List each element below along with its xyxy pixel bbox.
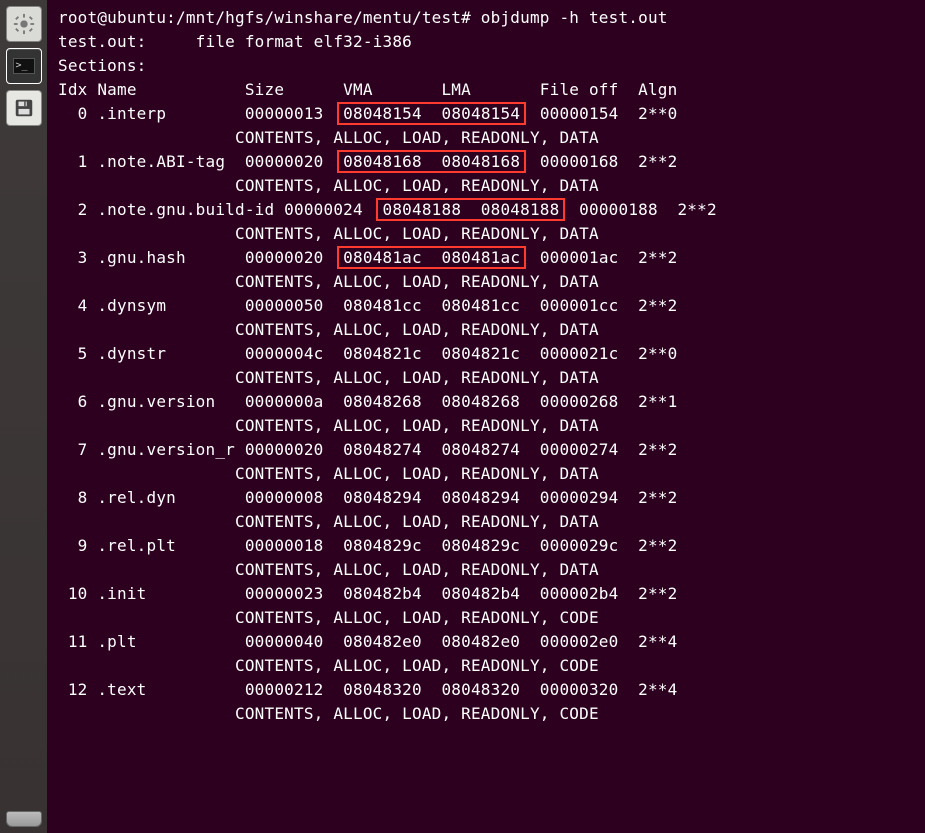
highlighted-vma-lma: 080481ac 080481ac [337,246,526,269]
section-row-1: 1 .note.ABI-tag 00000020 08048168 080481… [58,150,919,174]
section-row-5: 5 .dynstr 0000004c 0804821c 0804821c 000… [58,342,919,366]
section-row-7: 7 .gnu.version_r 00000020 08048274 08048… [58,438,919,462]
section-attrs-9: CONTENTS, ALLOC, LOAD, READONLY, DATA [58,558,919,582]
section-row-12: 12 .text 00000212 08048320 08048320 0000… [58,678,919,702]
drive-icon[interactable] [6,811,42,827]
section-row-0: 0 .interp 00000013 08048154 08048154 000… [58,102,919,126]
section-attrs-7: CONTENTS, ALLOC, LOAD, READONLY, DATA [58,462,919,486]
section-row-3: 3 .gnu.hash 00000020 080481ac 080481ac 0… [58,246,919,270]
gear-icon [13,13,35,35]
highlighted-vma-lma: 08048188 08048188 [376,198,565,221]
section-attrs-12: CONTENTS, ALLOC, LOAD, READONLY, CODE [58,702,919,726]
file-format-line: test.out: file format elf32-i386 [58,30,919,54]
section-row-10: 10 .init 00000023 080482b4 080482b4 0000… [58,582,919,606]
section-row-8: 8 .rel.dyn 00000008 08048294 08048294 00… [58,486,919,510]
section-attrs-10: CONTENTS, ALLOC, LOAD, READONLY, CODE [58,606,919,630]
section-row-2: 2 .note.gnu.build-id 00000024 08048188 0… [58,198,919,222]
floppy-disk-icon [13,97,35,119]
terminal-launcher-icon[interactable] [6,48,42,84]
save-launcher-icon[interactable] [6,90,42,126]
section-attrs-6: CONTENTS, ALLOC, LOAD, READONLY, DATA [58,414,919,438]
section-attrs-1: CONTENTS, ALLOC, LOAD, READONLY, DATA [58,174,919,198]
terminal-icon [13,58,35,74]
section-attrs-3: CONTENTS, ALLOC, LOAD, READONLY, DATA [58,270,919,294]
section-attrs-4: CONTENTS, ALLOC, LOAD, READONLY, DATA [58,318,919,342]
settings-launcher-icon[interactable] [6,6,42,42]
section-attrs-0: CONTENTS, ALLOC, LOAD, READONLY, DATA [58,126,919,150]
section-attrs-8: CONTENTS, ALLOC, LOAD, READONLY, DATA [58,510,919,534]
highlighted-vma-lma: 08048168 08048168 [337,150,526,173]
section-attrs-2: CONTENTS, ALLOC, LOAD, READONLY, DATA [58,222,919,246]
command-line: root@ubuntu:/mnt/hgfs/winshare/mentu/tes… [58,6,919,30]
terminal-output[interactable]: root@ubuntu:/mnt/hgfs/winshare/mentu/tes… [48,0,925,833]
highlighted-vma-lma: 08048154 08048154 [337,102,526,125]
section-row-9: 9 .rel.plt 00000018 0804829c 0804829c 00… [58,534,919,558]
section-header-row: Idx Name Size VMA LMA File off Algn [58,78,919,102]
section-row-4: 4 .dynsym 00000050 080481cc 080481cc 000… [58,294,919,318]
launcher-sidebar [0,0,48,833]
section-row-11: 11 .plt 00000040 080482e0 080482e0 00000… [58,630,919,654]
section-attrs-5: CONTENTS, ALLOC, LOAD, READONLY, DATA [58,366,919,390]
section-row-6: 6 .gnu.version 0000000a 08048268 0804826… [58,390,919,414]
sections-label: Sections: [58,54,919,78]
section-attrs-11: CONTENTS, ALLOC, LOAD, READONLY, CODE [58,654,919,678]
